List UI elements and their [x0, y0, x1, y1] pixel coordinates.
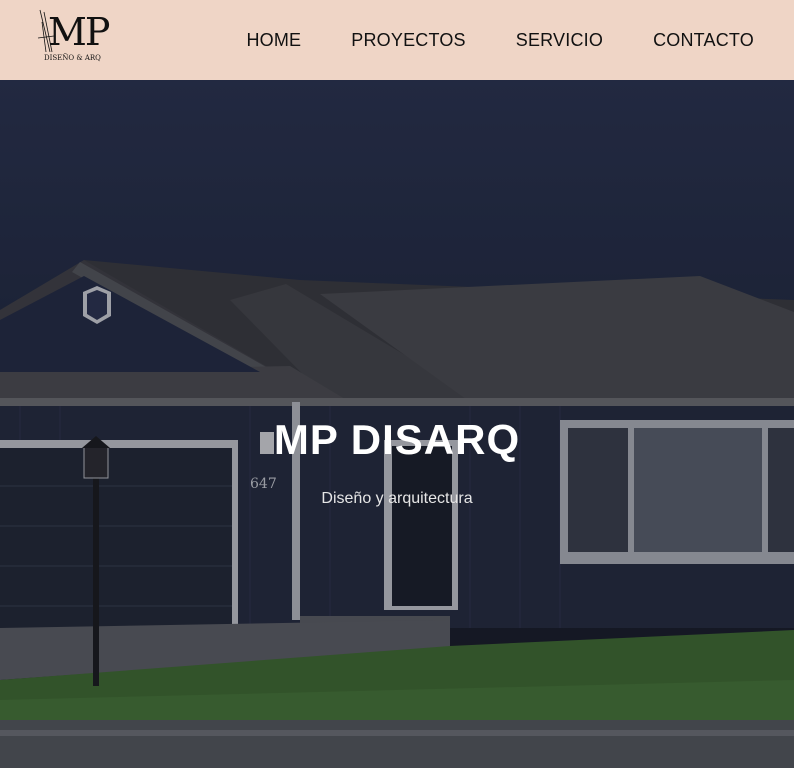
nav-contacto[interactable]: CONTACTO — [653, 30, 754, 51]
main-nav: HOME PROYECTOS SERVICIO CONTACTO — [246, 0, 754, 80]
nav-proyectos[interactable]: PROYECTOS — [351, 30, 466, 51]
hero-section: 647 MP DISARQ Diseño y arquitectura — [0, 80, 794, 768]
hero-title: MP DISARQ — [273, 416, 521, 463]
hero-subtitle: Diseño y arquitectura — [321, 490, 473, 507]
logo-monogram: MP — [48, 10, 111, 54]
nav-home[interactable]: HOME — [246, 30, 301, 51]
nav-servicio[interactable]: SERVICIO — [516, 30, 603, 51]
navbar: MP DISEÑO & ARQ HOME PROYECTOS SERVICIO … — [0, 0, 794, 80]
logo[interactable]: MP DISEÑO & ARQ — [36, 8, 111, 66]
logo-subtitle: DISEÑO & ARQ — [44, 54, 101, 62]
